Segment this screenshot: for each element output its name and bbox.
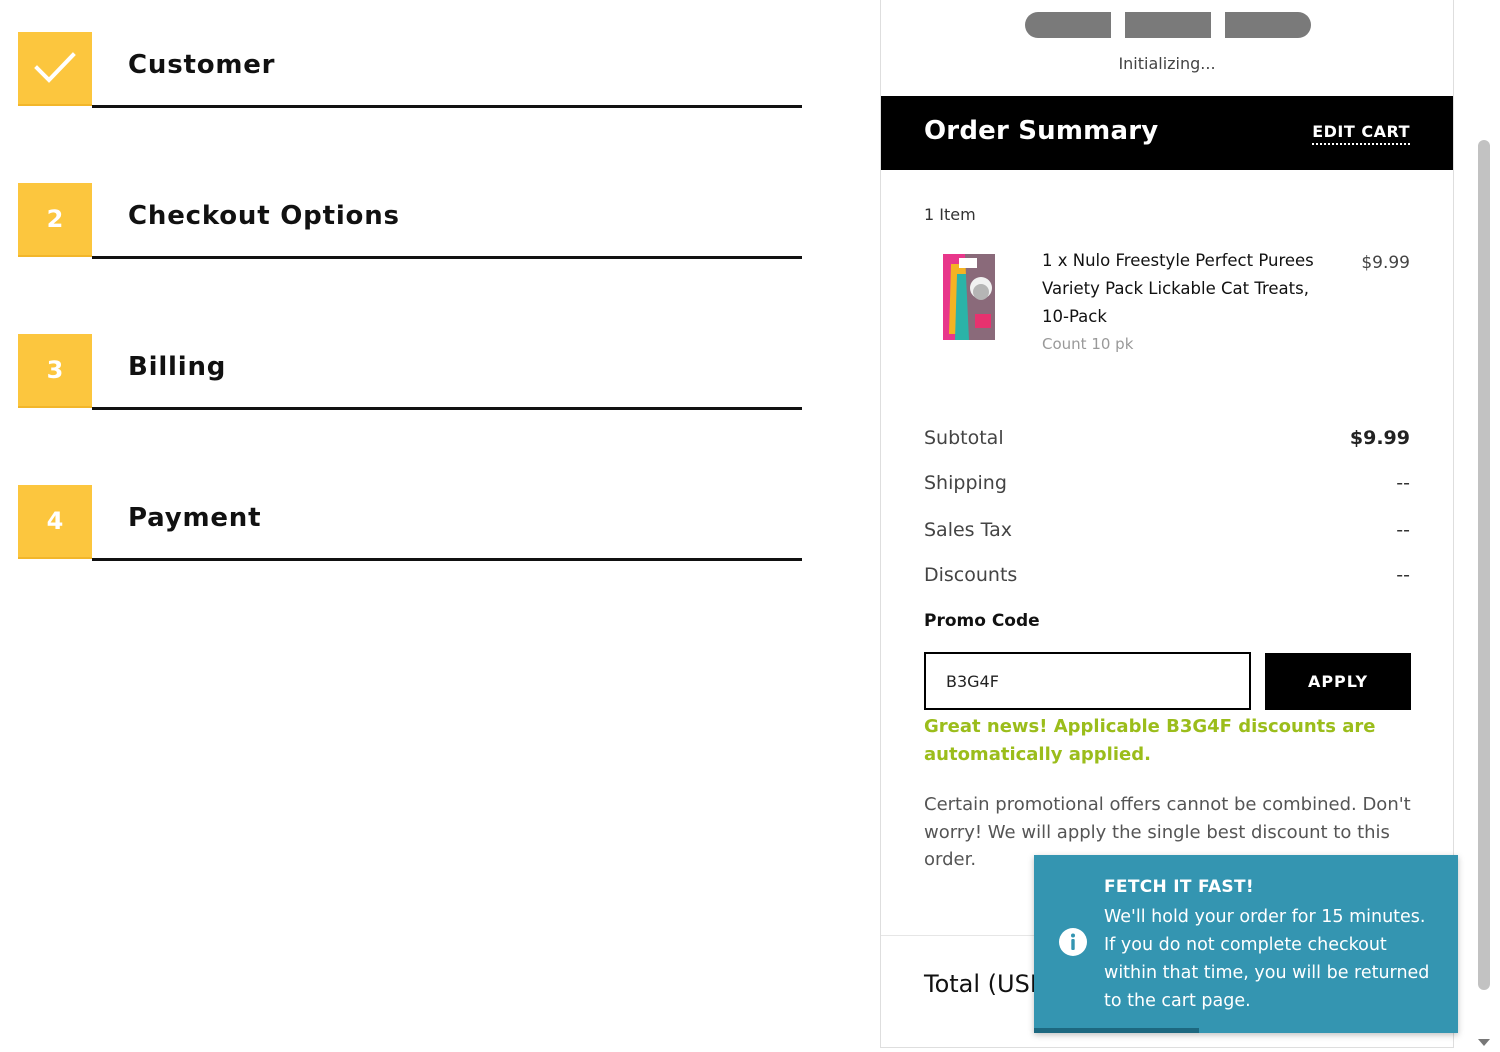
edit-cart-link[interactable]: EDIT CART <box>1312 122 1410 145</box>
step-complete-badge <box>18 32 92 106</box>
scroll-down-arrow-icon[interactable] <box>1478 1039 1490 1046</box>
payment-buttons-loader <box>1025 12 1311 38</box>
step-number-badge: 2 <box>18 183 92 257</box>
loading-placeholder <box>1225 12 1311 38</box>
subtotal-label: Subtotal <box>924 427 1004 449</box>
product-option: Count 10 pk <box>1042 335 1134 353</box>
step-divider <box>92 407 802 410</box>
subtotal-row: Subtotal $9.99 <box>924 427 1410 453</box>
step-number-badge: 3 <box>18 334 92 408</box>
step-divider <box>92 105 802 108</box>
item-count: 1 Item <box>924 205 976 224</box>
loader-status: Initializing... <box>1118 54 1216 73</box>
scrollbar-thumb[interactable] <box>1478 140 1490 990</box>
loading-placeholder <box>1125 12 1211 38</box>
toast-title: FETCH IT FAST! <box>1104 877 1254 897</box>
loading-placeholder <box>1025 12 1111 38</box>
promo-code-input[interactable] <box>924 652 1251 710</box>
shipping-value: -- <box>1396 472 1410 494</box>
sales-tax-value: -- <box>1396 519 1410 541</box>
discounts-row: Discounts -- <box>924 564 1410 590</box>
shipping-row: Shipping -- <box>924 472 1410 498</box>
step-billing[interactable]: 3 Billing <box>18 334 802 410</box>
shipping-label: Shipping <box>924 472 1007 494</box>
step-customer[interactable]: Customer <box>18 32 802 108</box>
step-divider <box>92 558 802 561</box>
promo-code-label: Promo Code <box>924 611 1040 631</box>
step-label: Checkout Options <box>128 201 400 231</box>
step-label: Billing <box>128 352 227 382</box>
order-summary-header: Order Summary EDIT CART <box>881 96 1453 170</box>
step-label: Customer <box>128 50 276 80</box>
hold-order-toast[interactable]: FETCH IT FAST! We'll hold your order for… <box>1034 855 1458 1033</box>
order-summary-title: Order Summary <box>924 116 1159 146</box>
checkmark-icon <box>34 52 76 83</box>
sales-tax-label: Sales Tax <box>924 519 1012 541</box>
step-label: Payment <box>128 503 262 533</box>
product-thumbnail[interactable] <box>943 254 995 340</box>
subtotal-value: $9.99 <box>1349 427 1410 449</box>
info-icon <box>1059 928 1087 956</box>
discounts-value: -- <box>1396 564 1410 586</box>
step-divider <box>92 256 802 259</box>
promo-success-message: Great news! Applicable B3G4F discounts a… <box>924 716 1376 765</box>
product-name[interactable]: 1 x Nulo Freestyle Perfect Purees Variet… <box>1042 247 1332 331</box>
discounts-label: Discounts <box>924 564 1018 586</box>
toast-timer-progress <box>1034 1028 1200 1033</box>
product-price: $9.99 <box>1361 253 1410 273</box>
step-checkout-options[interactable]: 2 Checkout Options <box>18 183 802 259</box>
apply-promo-button[interactable]: APPLY <box>1265 653 1411 710</box>
step-payment[interactable]: 4 Payment <box>18 485 802 561</box>
page-scrollbar[interactable] <box>1470 0 1500 1052</box>
step-number-badge: 4 <box>18 485 92 559</box>
toast-message: We'll hold your order for 15 minutes. If… <box>1104 907 1430 1011</box>
sales-tax-row: Sales Tax -- <box>924 519 1410 545</box>
